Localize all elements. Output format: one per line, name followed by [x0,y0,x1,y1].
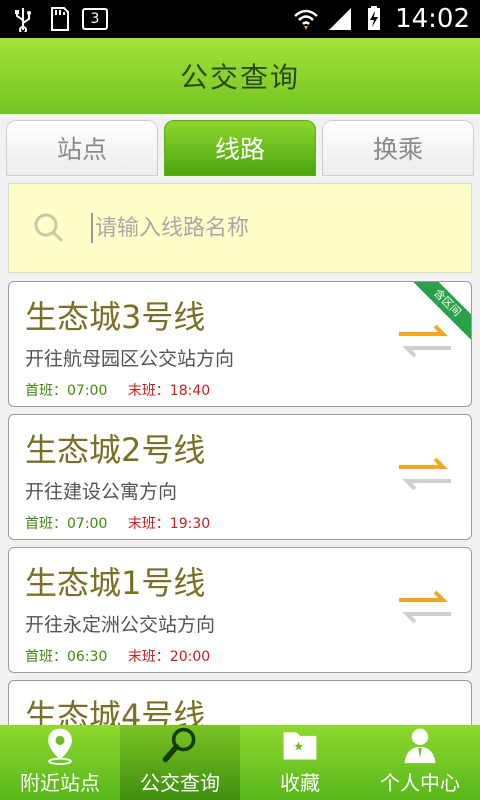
tab-bar: 站点 线路 换乘 [6,120,474,176]
route-direction: 开往航母园区公交站方向 [25,348,235,370]
first-bus-time: 首班：07:00 [25,383,108,399]
nav-label: 个人中心 [380,771,460,795]
route-name: 生态城1号线 [25,564,206,602]
swap-direction-icon[interactable] [395,584,455,630]
swap-direction-icon[interactable] [395,451,455,497]
route-direction: 开往建设公寓方向 [25,481,178,503]
route-card[interactable]: 生态城3号线 开往航母园区公交站方向 首班：07:00 末班：18:40 含区间 [8,281,472,407]
tab-routes[interactable]: 线路 [164,120,316,176]
user-profile-icon [404,728,436,764]
route-times: 首班：07:00 末班：18:40 [25,380,210,400]
favorites-folder-icon [283,732,317,760]
route-search-input[interactable] [95,215,435,241]
nav-label: 收藏 [280,771,320,795]
battery-icon [368,6,381,30]
location-pin-icon [48,728,72,765]
route-list: 生态城3号线 开往航母园区公交站方向 首班：07:00 末班：18:40 含区间… [8,281,472,725]
usb-icon [15,8,31,32]
route-times: 首班：07:00 末班：19:30 [25,513,210,533]
route-times: 首班：06:30 末班：20:00 [25,646,210,666]
bottom-nav: 附近站点 公交查询 收藏 个人中心 [0,725,480,800]
signal-icon [329,8,352,30]
search-icon [34,213,64,243]
route-card[interactable]: 生态城4号线 [8,680,472,725]
tab-transfer[interactable]: 换乘 [322,120,474,176]
sd-card-icon [51,7,69,31]
nav-nearby-stations[interactable]: 附近站点 [0,725,120,800]
first-bus-time: 首班：07:00 [25,516,108,532]
nav-favorites[interactable]: 收藏 [240,725,360,800]
swap-direction-icon[interactable] [395,318,455,364]
nav-profile[interactable]: 个人中心 [360,725,480,800]
search-bar [8,183,472,273]
wifi-icon [294,9,318,30]
first-bus-time: 首班：06:30 [25,649,108,665]
last-bus-time: 末班：20:00 [127,649,211,665]
nav-label: 公交查询 [140,771,220,795]
route-name: 生态城4号线 [25,697,206,725]
clock: 14:02 [395,4,470,34]
route-card[interactable]: 生态城2号线 开往建设公寓方向 首班：07:00 末班：19:30 [8,414,472,540]
text-cursor [91,213,93,243]
last-bus-time: 末班：18:40 [127,383,211,399]
page-title: 公交查询 [179,61,300,94]
sim-badge: 3 [82,8,108,30]
last-bus-time: 末班：19:30 [127,516,211,532]
status-bar: 3 14:02 [0,0,480,38]
app-header: 公交查询 [0,38,480,114]
nav-label: 附近站点 [20,771,100,795]
route-name: 生态城2号线 [25,431,206,469]
tab-stations[interactable]: 站点 [6,120,158,176]
route-name: 生态城3号线 [25,298,206,336]
route-direction: 开往永定洲公交站方向 [25,614,216,636]
search-icon [162,727,196,763]
route-card[interactable]: 生态城1号线 开往永定洲公交站方向 首班：06:30 末班：20:00 [8,547,472,673]
nav-bus-query[interactable]: 公交查询 [120,725,240,800]
